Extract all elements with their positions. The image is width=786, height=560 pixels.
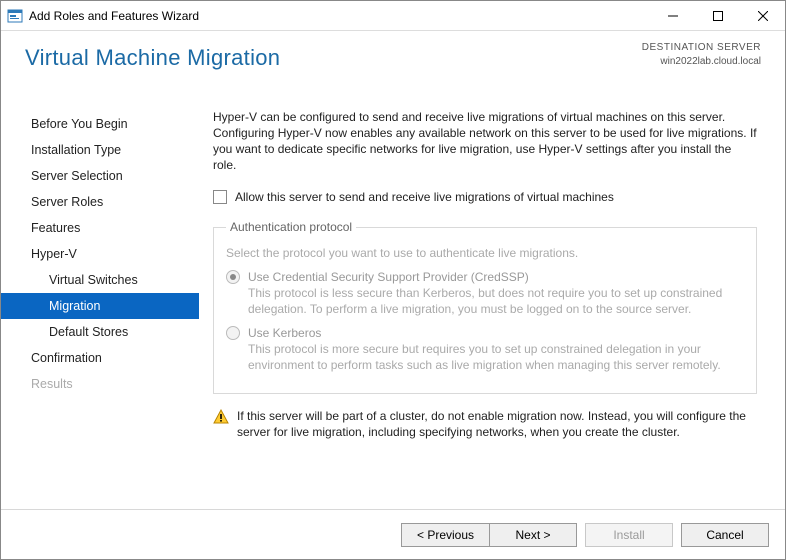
step-server-roles[interactable]: Server Roles	[1, 189, 199, 215]
cluster-warning: If this server will be part of a cluster…	[213, 408, 757, 440]
kerberos-desc: This protocol is more secure but require…	[248, 341, 744, 373]
kerberos-label: Use Kerberos	[248, 325, 744, 341]
cancel-button[interactable]: Cancel	[681, 523, 769, 547]
wizard-footer: < Previous Next > Install Cancel	[1, 509, 785, 559]
next-button[interactable]: Next >	[489, 523, 577, 547]
wizard-header: Virtual Machine Migration DESTINATION SE…	[1, 31, 785, 91]
step-virtual-switches[interactable]: Virtual Switches	[1, 267, 199, 293]
title-bar: Add Roles and Features Wizard	[1, 1, 785, 31]
credssp-label: Use Credential Security Support Provider…	[248, 269, 744, 285]
destination-value: win2022lab.cloud.local	[642, 55, 761, 69]
step-before-you-begin[interactable]: Before You Begin	[1, 111, 199, 137]
install-button: Install	[585, 523, 673, 547]
wizard-icon	[7, 8, 23, 24]
radio-kerberos	[226, 326, 240, 340]
step-hyper-v[interactable]: Hyper-V	[1, 241, 199, 267]
wizard-steps-sidebar: Before You Begin Installation Type Serve…	[1, 91, 199, 509]
allow-migrations-label: Allow this server to send and receive li…	[235, 189, 614, 205]
warning-text: If this server will be part of a cluster…	[237, 408, 757, 440]
auth-option-credssp: Use Credential Security Support Provider…	[226, 269, 744, 317]
auth-subtext: Select the protocol you want to use to a…	[226, 245, 744, 261]
minimize-button[interactable]	[650, 1, 695, 30]
step-migration[interactable]: Migration	[1, 293, 199, 319]
close-button[interactable]	[740, 1, 785, 30]
step-installation-type[interactable]: Installation Type	[1, 137, 199, 163]
allow-migrations-row[interactable]: Allow this server to send and receive li…	[213, 189, 757, 205]
step-default-stores[interactable]: Default Stores	[1, 319, 199, 345]
wizard-content: Hyper-V can be configured to send and re…	[199, 91, 785, 509]
auth-protocol-group: Authentication protocol Select the proto…	[213, 219, 757, 394]
warning-icon	[213, 409, 229, 429]
auth-legend: Authentication protocol	[226, 219, 356, 235]
step-server-selection[interactable]: Server Selection	[1, 163, 199, 189]
auth-option-kerberos: Use Kerberos This protocol is more secur…	[226, 325, 744, 373]
radio-credssp	[226, 270, 240, 284]
destination-label: DESTINATION SERVER	[642, 41, 761, 55]
allow-migrations-checkbox[interactable]	[213, 190, 227, 204]
step-confirmation[interactable]: Confirmation	[1, 345, 199, 371]
credssp-desc: This protocol is less secure than Kerber…	[248, 285, 744, 317]
step-features[interactable]: Features	[1, 215, 199, 241]
window-title: Add Roles and Features Wizard	[23, 9, 650, 23]
previous-button[interactable]: < Previous	[401, 523, 489, 547]
destination-server: DESTINATION SERVER win2022lab.cloud.loca…	[642, 41, 761, 69]
step-results: Results	[1, 371, 199, 397]
maximize-button[interactable]	[695, 1, 740, 30]
intro-text: Hyper-V can be configured to send and re…	[213, 109, 757, 173]
